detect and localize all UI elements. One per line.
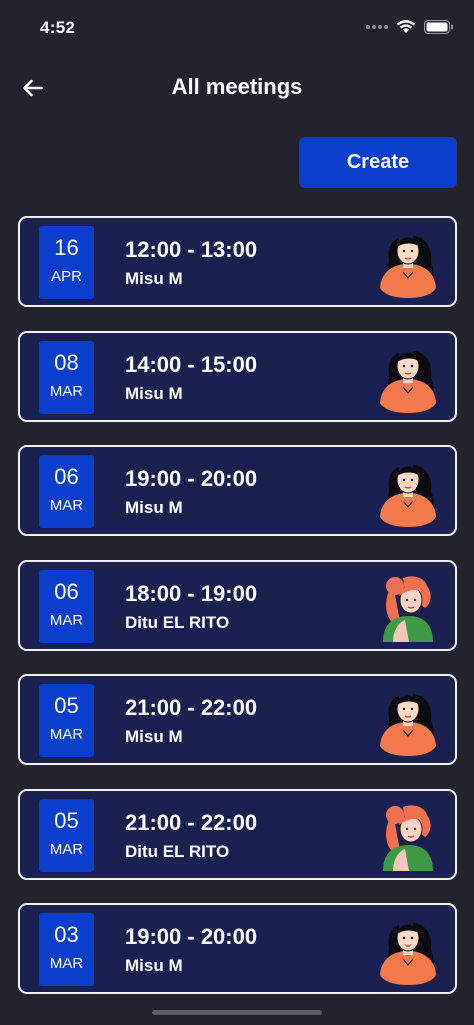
cellular-signal-icon	[366, 24, 388, 29]
meeting-time: 21:00 - 22:00	[125, 809, 258, 835]
meeting-card[interactable]: 06 MAR 18:00 - 19:00 Ditu EL RITO	[18, 559, 457, 651]
meeting-card[interactable]: 03 MAR 19:00 - 20:00 Misu M	[18, 903, 457, 994]
avatar	[379, 686, 437, 756]
meeting-card[interactable]: 05 MAR 21:00 - 22:00 Misu M	[18, 674, 457, 765]
date-month: MAR	[49, 840, 84, 858]
meeting-time: 19:00 - 20:00	[125, 466, 258, 491]
meeting-time: 14:00 - 15:00	[125, 351, 258, 377]
date-day: 03	[54, 922, 79, 947]
meeting-card[interactable]: 05 MAR 21:00 - 22:00 Ditu EL RITO	[18, 788, 457, 880]
date-badge: 08 MAR	[39, 340, 94, 414]
meeting-card[interactable]: 16 APR 12:00 - 13:00 Misu M	[18, 216, 457, 307]
meeting-card[interactable]: 06 MAR 19:00 - 20:00 Misu M	[18, 445, 457, 536]
meeting-list: 16 APR 12:00 - 13:00 Misu M 08 MAR 14:00 - 15…	[18, 216, 457, 1018]
host-name: Misu M	[125, 498, 183, 517]
date-badge: 06 MAR	[39, 569, 94, 643]
status-time: 4:52	[40, 18, 76, 37]
meetings-screen: 4:52 All meetings Create 16 APR 12:00 - …	[0, 0, 474, 1025]
host-name: Misu M	[125, 956, 183, 975]
host-name: Misu M	[125, 383, 183, 403]
meeting-time: 12:00 - 13:00	[125, 237, 258, 262]
date-day: 08	[54, 349, 79, 375]
page-title: All meetings	[171, 74, 303, 99]
date-month: MAR	[49, 382, 84, 400]
avatar	[379, 572, 437, 642]
date-badge: 16 APR	[39, 226, 94, 299]
date-day: 06	[54, 578, 79, 604]
meeting-time: 19:00 - 20:00	[125, 924, 258, 949]
date-badge: 05 MAR	[39, 798, 94, 872]
meeting-time: 21:00 - 22:00	[125, 695, 258, 720]
date-badge: 05 MAR	[39, 684, 94, 757]
date-day: 06	[54, 464, 79, 489]
status-icons	[366, 19, 454, 34]
meeting-time: 18:00 - 19:00	[125, 580, 258, 606]
date-month: MAR	[49, 497, 84, 514]
host-name: Misu M	[125, 727, 183, 746]
date-day: 16	[54, 235, 79, 260]
date-month: MAR	[49, 955, 84, 972]
date-month: MAR	[49, 726, 84, 743]
wifi-icon	[396, 20, 416, 33]
status-bar: 4:52	[0, 0, 474, 56]
date-day: 05	[54, 807, 79, 833]
header: All meetings	[0, 62, 474, 114]
date-month: MAR	[49, 611, 84, 629]
avatar	[379, 343, 437, 413]
date-badge: 06 MAR	[39, 455, 94, 528]
avatar	[379, 228, 437, 298]
host-name: Ditu EL RITO	[125, 841, 230, 861]
avatar	[379, 457, 437, 527]
host-name: Ditu EL RITO	[125, 612, 230, 632]
avatar	[379, 801, 437, 871]
date-badge: 03 MAR	[39, 913, 94, 986]
date-month: APR	[51, 268, 82, 285]
date-day: 05	[54, 693, 79, 718]
host-name: Misu M	[125, 269, 183, 288]
meeting-card[interactable]: 08 MAR 14:00 - 15:00 Misu M	[18, 330, 457, 422]
create-button[interactable]: Create	[299, 137, 457, 188]
home-indicator	[152, 1010, 322, 1015]
battery-icon	[424, 19, 453, 34]
avatar	[379, 915, 437, 985]
